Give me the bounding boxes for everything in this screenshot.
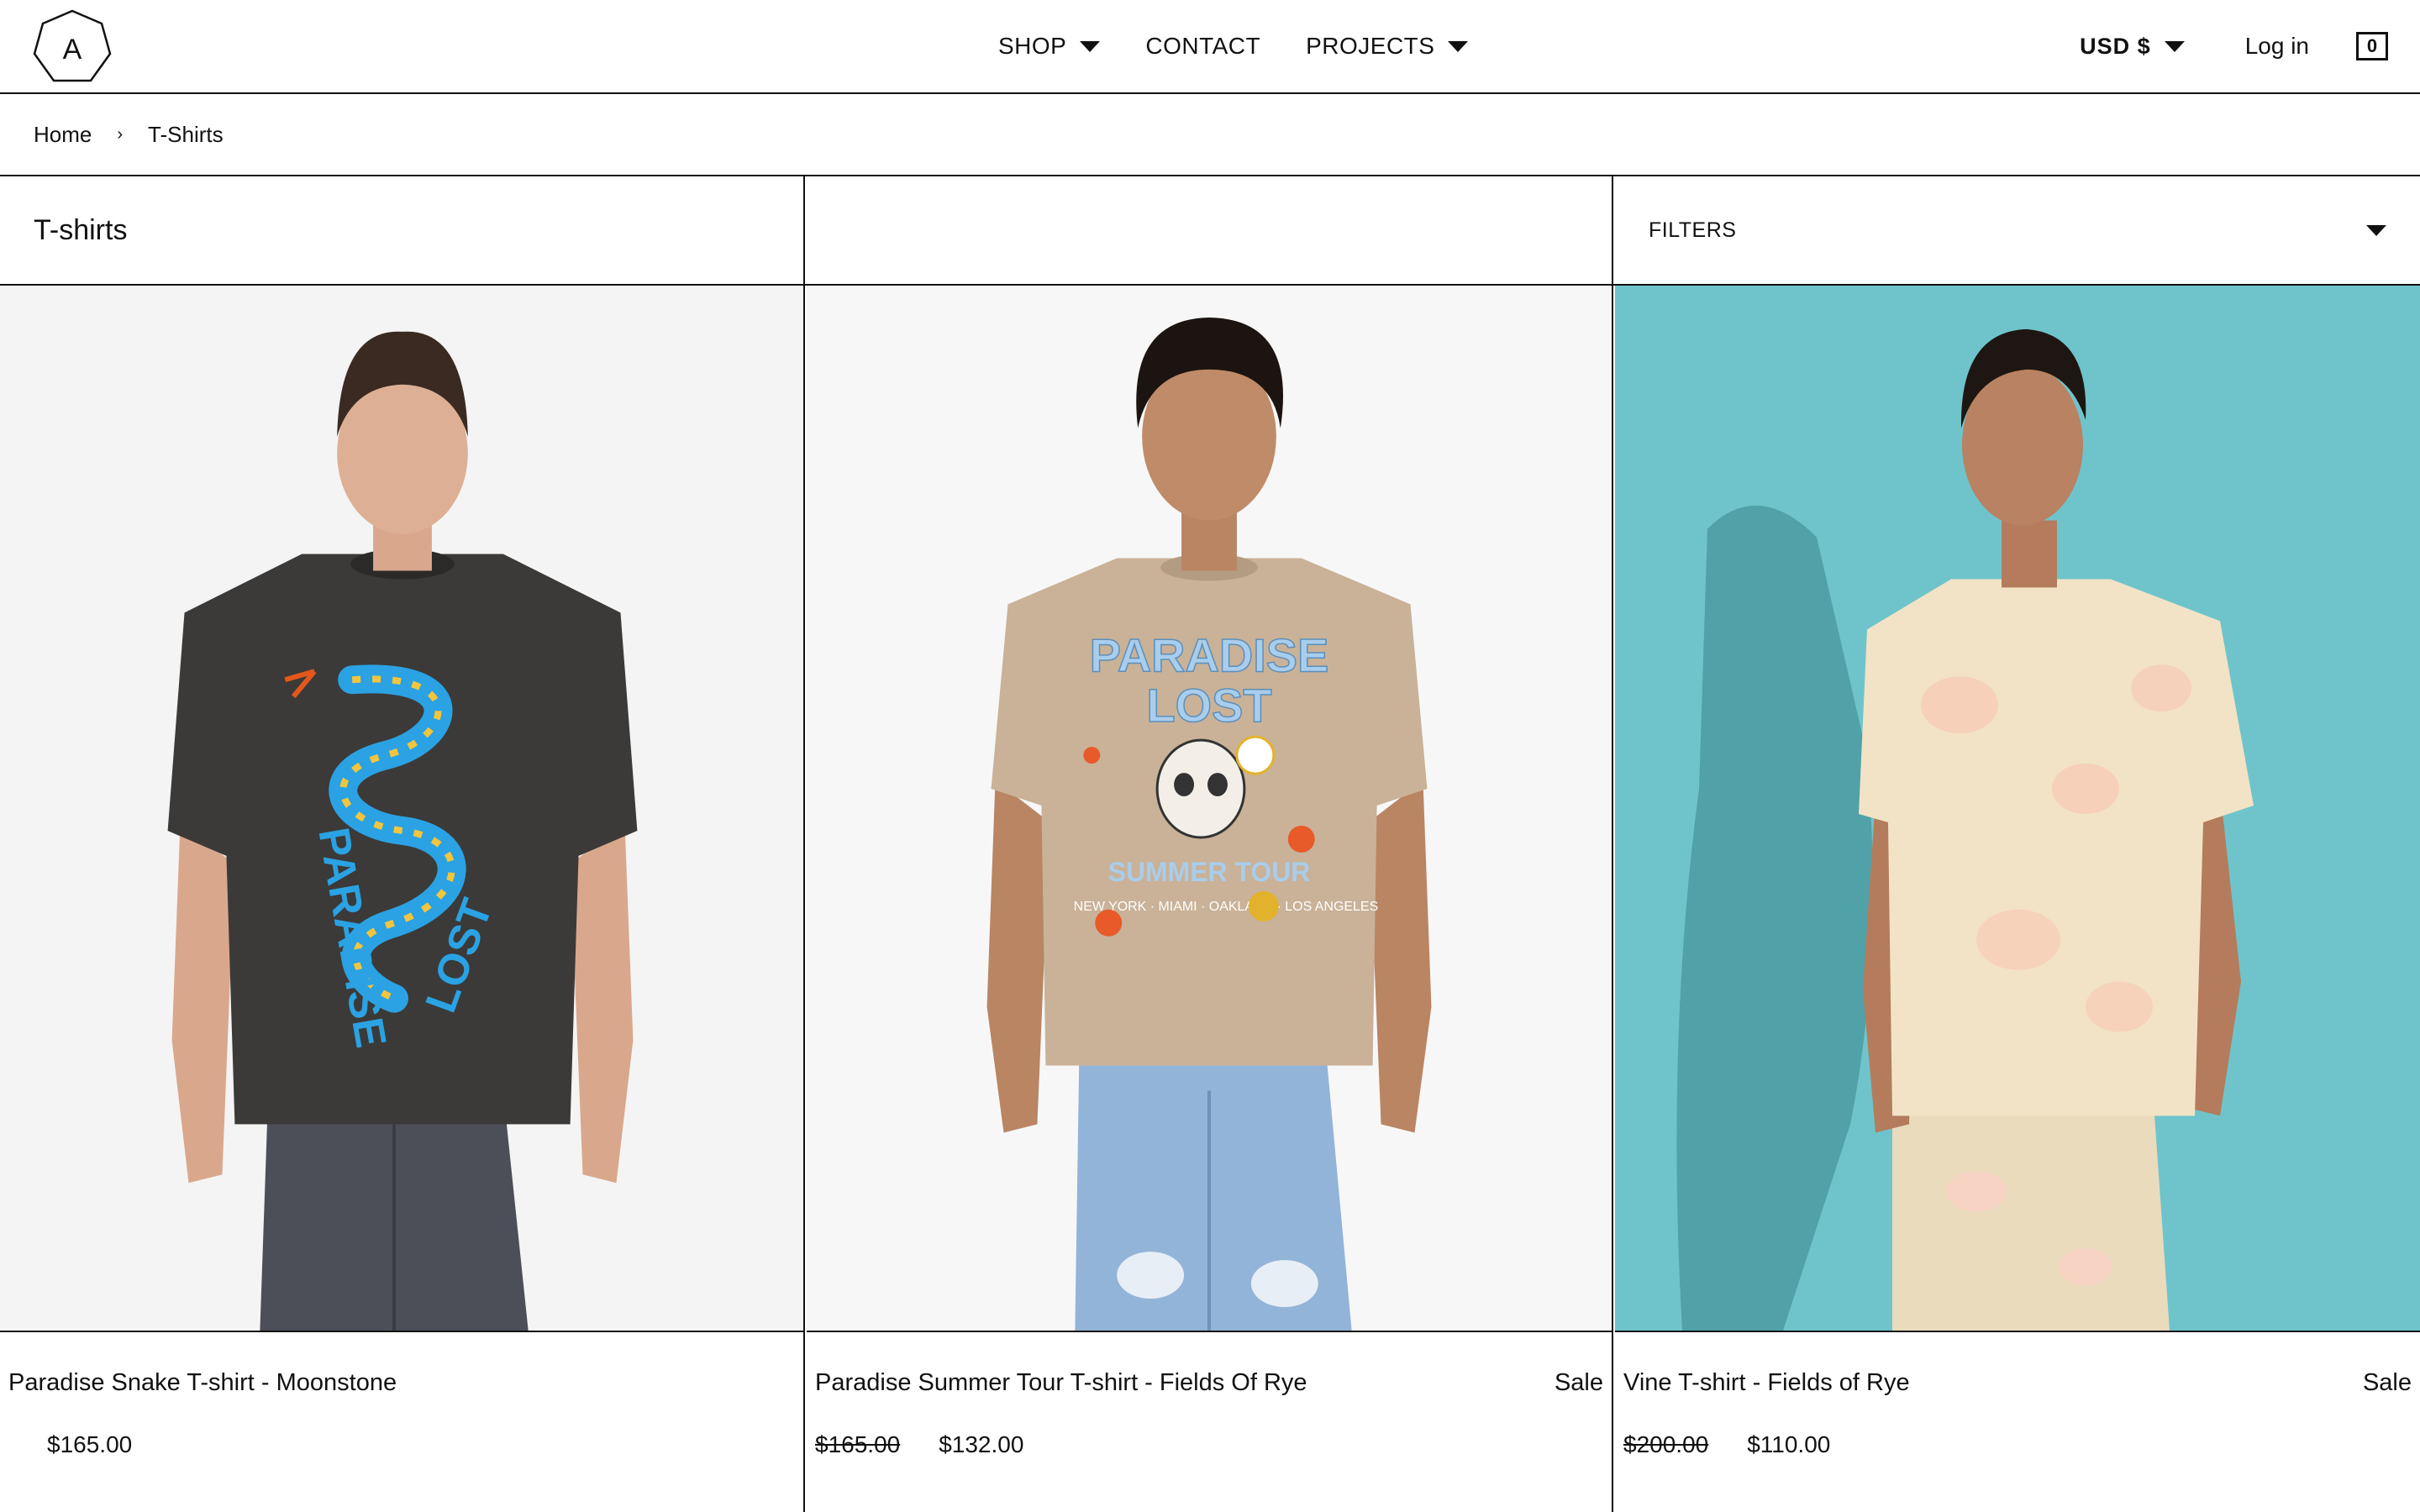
login-link[interactable]: Log in <box>2245 33 2309 60</box>
product-price: $110.00 <box>1747 1431 1831 1457</box>
product-photo: PARADISE LOST <box>0 286 803 1331</box>
nav-contact-label: CONTACT <box>1145 33 1261 59</box>
product-prices: $165.00 <box>8 1431 132 1458</box>
page-title: T-shirts <box>34 214 128 246</box>
collection-title-cell: T-shirts <box>0 176 805 284</box>
site-header: A SHOP CONTACT PROJECTS USD $ Log in 0 <box>0 0 2420 94</box>
product-price: $165.00 <box>47 1431 133 1457</box>
currency-label: USD $ <box>2080 33 2151 59</box>
breadcrumb-home[interactable]: Home <box>34 122 92 148</box>
svg-text:SUMMER TOUR: SUMMER TOUR <box>1108 857 1311 887</box>
breadcrumb-separator: › <box>117 124 124 144</box>
nav-projects-label: PROJECTS <box>1306 33 1435 59</box>
product-photo: PARADISE LOST SUMMER TOUR NEW YORK · MIA… <box>807 286 1612 1331</box>
logo-home-link[interactable]: A <box>32 8 113 86</box>
sale-badge: Sale <box>1554 1369 1603 1396</box>
main-nav: SHOP CONTACT PROJECTS <box>998 0 1469 92</box>
product-image-link[interactable] <box>1615 286 2420 1332</box>
chevron-down-icon <box>2366 224 2386 236</box>
nav-contact[interactable]: CONTACT <box>1145 33 1260 60</box>
compare-price: $165.00 <box>815 1431 901 1457</box>
product-card[interactable]: PARADISE LOST SUMMER TOUR NEW YORK · MIA… <box>807 286 1613 1512</box>
filters-toggle[interactable]: FILTERS <box>1649 176 2386 284</box>
product-image-link[interactable]: PARADISE LOST SUMMER TOUR NEW YORK · MIA… <box>807 286 1612 1332</box>
chevron-down-icon <box>1080 40 1101 52</box>
product-title[interactable]: Vine T-shirt - Fields of Rye <box>1623 1369 1910 1397</box>
filters-label: FILTERS <box>1649 218 1737 242</box>
collection-toolbar: T-shirts FILTERS <box>0 176 2420 286</box>
svg-text:NEW YORK · MIAMI · OAKLAND · L: NEW YORK · MIAMI · OAKLAND · LOS ANGELES <box>1074 900 1379 914</box>
sale-badge: Sale <box>2362 1369 2412 1396</box>
nav-projects[interactable]: PROJECTS <box>1306 33 1469 60</box>
logo-letter: A <box>63 34 82 66</box>
svg-text:PARADISE: PARADISE <box>1090 628 1329 681</box>
product-price: $132.00 <box>939 1431 1024 1457</box>
product-image-link[interactable]: PARADISE LOST <box>0 286 803 1332</box>
filters-cell: FILTERS <box>1615 176 2420 284</box>
cart-count: 0 <box>2366 35 2378 56</box>
nav-shop-label: SHOP <box>998 33 1067 59</box>
header-actions: USD $ Log in 0 <box>2080 0 2388 92</box>
product-title[interactable]: Paradise Summer Tour T-shirt - Fields Of… <box>815 1369 1307 1397</box>
product-card[interactable]: PARADISE LOST Paradise Snake T-shirt - M… <box>0 286 805 1512</box>
currency-selector[interactable]: USD $ <box>2080 34 2185 60</box>
nav-shop[interactable]: SHOP <box>998 33 1101 60</box>
chevron-down-icon <box>1448 40 1469 52</box>
logo-icon: A <box>33 9 112 82</box>
breadcrumb: Home › T-Shirts <box>0 94 2420 176</box>
product-grid: PARADISE LOST Paradise Snake T-shirt - M… <box>0 286 2420 1512</box>
product-prices: $200.00 $110.00 <box>1623 1431 1830 1458</box>
svg-text:LOST: LOST <box>1147 679 1272 732</box>
chevron-down-icon <box>2164 40 2185 52</box>
product-prices: $165.00 $132.00 <box>815 1431 1023 1458</box>
product-photo <box>1615 286 2420 1331</box>
breadcrumb-current: T-Shirts <box>148 121 224 147</box>
product-card[interactable]: Vine T-shirt - Fields of Rye Sale $200.0… <box>1615 286 2420 1512</box>
cart-button[interactable]: 0 <box>2356 32 2388 60</box>
product-title[interactable]: Paradise Snake T-shirt - Moonstone <box>8 1369 397 1397</box>
toolbar-spacer <box>807 176 1613 284</box>
compare-price: $200.00 <box>1623 1431 1709 1457</box>
